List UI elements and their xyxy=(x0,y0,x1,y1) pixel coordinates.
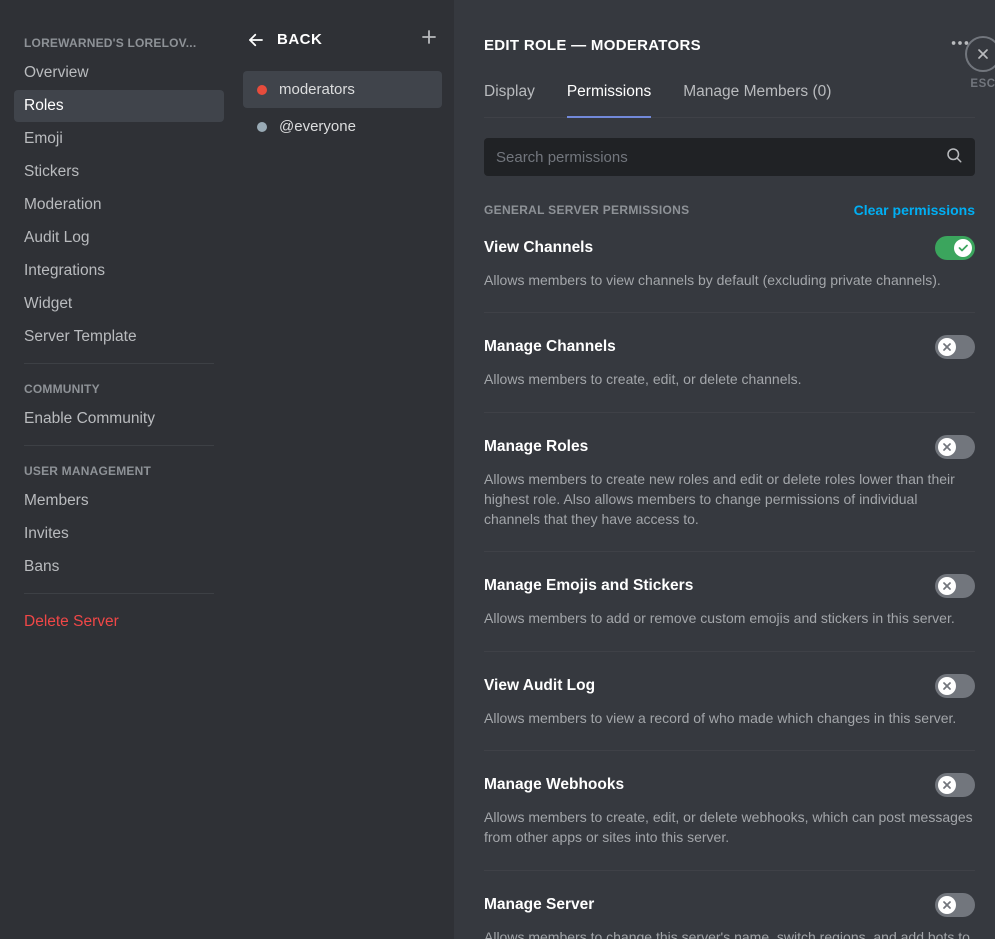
permission-manage-channels: Manage Channels Allows members to create,… xyxy=(484,335,975,412)
permission-title: Manage Channels xyxy=(484,338,616,356)
role-color-dot xyxy=(257,122,267,132)
x-icon xyxy=(938,438,956,456)
permission-title: View Audit Log xyxy=(484,677,595,695)
role-label: @everyone xyxy=(279,118,356,135)
search-icon xyxy=(945,146,963,169)
tab-display[interactable]: Display xyxy=(484,83,535,117)
sidebar-item-widget[interactable]: Widget xyxy=(14,288,224,320)
community-header: COMMUNITY xyxy=(14,376,224,402)
esc-label: ESC xyxy=(970,78,995,90)
permission-description: Allows members to change this server's n… xyxy=(484,927,975,939)
roles-column: BACK moderators @everyone xyxy=(230,0,454,939)
permission-manage-webhooks: Manage Webhooks Allows members to create,… xyxy=(484,773,975,871)
x-icon xyxy=(938,338,956,356)
divider xyxy=(24,363,214,364)
toggle-manage-roles[interactable] xyxy=(935,435,975,459)
panel-title: EDIT ROLE — MODERATORS xyxy=(484,37,701,54)
search-permissions[interactable] xyxy=(484,138,975,176)
server-name-header: LOREWARNED'S LORELOV... xyxy=(14,30,224,56)
permission-manage-server: Manage Server Allows members to change th… xyxy=(484,893,975,939)
close-settings: ESC xyxy=(965,36,995,90)
sidebar-item-emoji[interactable]: Emoji xyxy=(14,123,224,155)
permissions-section-header: GENERAL SERVER PERMISSIONS xyxy=(484,203,689,217)
role-item-everyone[interactable]: @everyone xyxy=(243,108,442,145)
toggle-manage-channels[interactable] xyxy=(935,335,975,359)
toggle-manage-server[interactable] xyxy=(935,893,975,917)
permission-title: Manage Webhooks xyxy=(484,776,624,794)
permission-description: Allows members to create new roles and e… xyxy=(484,469,975,530)
role-item-moderators[interactable]: moderators xyxy=(243,71,442,108)
close-icon xyxy=(975,46,991,62)
permission-view-audit-log: View Audit Log Allows members to view a r… xyxy=(484,674,975,751)
back-label: BACK xyxy=(277,31,322,48)
sidebar-item-integrations[interactable]: Integrations xyxy=(14,255,224,287)
sidebar-item-server-template[interactable]: Server Template xyxy=(14,321,224,353)
toggle-manage-webhooks[interactable] xyxy=(935,773,975,797)
permission-title: Manage Emojis and Stickers xyxy=(484,577,693,595)
permission-description: Allows members to create, edit, or delet… xyxy=(484,369,975,389)
role-color-dot xyxy=(257,85,267,95)
tab-permissions[interactable]: Permissions xyxy=(567,83,651,117)
sidebar-item-roles[interactable]: Roles xyxy=(14,90,224,122)
add-role-button[interactable] xyxy=(420,28,438,51)
sidebar-item-enable-community[interactable]: Enable Community xyxy=(14,403,224,435)
permission-description: Allows members to view a record of who m… xyxy=(484,708,975,728)
permission-manage-emojis-and-stickers: Manage Emojis and Stickers Allows members… xyxy=(484,574,975,651)
x-icon xyxy=(938,776,956,794)
plus-icon xyxy=(420,28,438,46)
permission-title: Manage Server xyxy=(484,896,594,914)
role-label: moderators xyxy=(279,81,355,98)
delete-server[interactable]: Delete Server xyxy=(14,606,224,638)
sidebar-item-bans[interactable]: Bans xyxy=(14,551,224,583)
tab-manage[interactable]: Manage Members (0) xyxy=(683,83,831,117)
arrow-left-icon xyxy=(247,31,265,49)
sidebar-item-moderation[interactable]: Moderation xyxy=(14,189,224,221)
toggle-view-audit-log[interactable] xyxy=(935,674,975,698)
user-mgmt-header: USER MANAGEMENT xyxy=(14,458,224,484)
clear-permissions-link[interactable]: Clear permissions xyxy=(854,202,975,218)
role-tabs: Display Permissions Manage Members (0) xyxy=(484,83,975,118)
sidebar-item-invites[interactable]: Invites xyxy=(14,518,224,550)
server-settings-sidebar: LOREWARNED'S LORELOV... OverviewRolesEmo… xyxy=(0,0,230,939)
permission-description: Allows members to create, edit, or delet… xyxy=(484,807,975,848)
permission-description: Allows members to view channels by defau… xyxy=(484,270,975,290)
close-button[interactable] xyxy=(965,36,995,72)
x-icon xyxy=(938,677,956,695)
permission-description: Allows members to add or remove custom e… xyxy=(484,608,975,628)
toggle-view-channels[interactable] xyxy=(935,236,975,260)
permission-manage-roles: Manage Roles Allows members to create new… xyxy=(484,435,975,553)
back-button[interactable]: BACK xyxy=(247,31,322,49)
search-input[interactable] xyxy=(496,149,945,166)
permission-title: View Channels xyxy=(484,239,593,257)
permission-title: Manage Roles xyxy=(484,438,588,456)
x-icon xyxy=(938,896,956,914)
sidebar-item-audit-log[interactable]: Audit Log xyxy=(14,222,224,254)
check-icon xyxy=(954,239,972,257)
permission-view-channels: View Channels Allows members to view chan… xyxy=(484,236,975,313)
sidebar-item-stickers[interactable]: Stickers xyxy=(14,156,224,188)
edit-role-panel: EDIT ROLE — MODERATORS Display Permission… xyxy=(454,0,995,939)
x-icon xyxy=(938,577,956,595)
sidebar-item-members[interactable]: Members xyxy=(14,485,224,517)
divider xyxy=(24,593,214,594)
toggle-manage-emojis-and-stickers[interactable] xyxy=(935,574,975,598)
sidebar-item-overview[interactable]: Overview xyxy=(14,57,224,89)
divider xyxy=(24,445,214,446)
